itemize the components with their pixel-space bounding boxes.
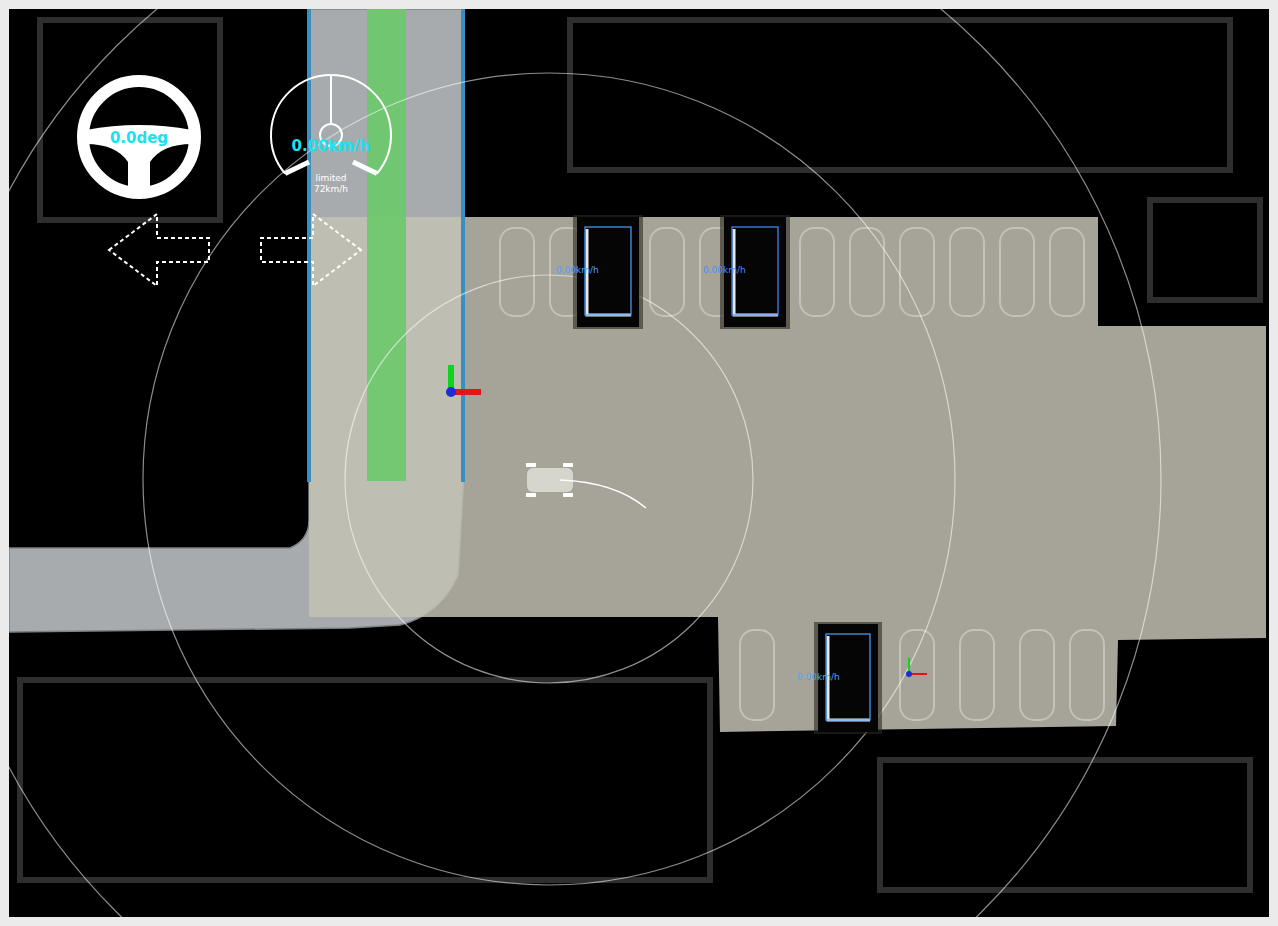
speed-reading: 0.00km/h xyxy=(292,137,371,155)
steering-reading: 0.0deg xyxy=(110,129,168,147)
right-turn-signal xyxy=(259,212,363,288)
steering-wheel-icon xyxy=(83,81,195,193)
speed-gauge: 0.00km/h limited72km/h xyxy=(266,72,396,202)
left-turn-signal xyxy=(107,212,211,288)
axes-icon xyxy=(906,658,927,677)
steering-gauge: 0.0deg xyxy=(74,72,204,202)
object-label: 0.00km/h xyxy=(703,265,746,275)
turn-signal-row xyxy=(107,212,396,288)
axes-icon xyxy=(446,365,481,397)
object-label: 0.00km/h xyxy=(556,265,599,275)
lane-boundary-right xyxy=(461,9,465,482)
left-arrow-icon xyxy=(109,214,209,286)
hud-overlay: 0.0deg 0.00km/h limited72km/h xyxy=(74,72,396,288)
range-rings xyxy=(9,9,1161,917)
trajectory-line xyxy=(560,480,646,508)
detected-object[interactable]: 0.00km/h xyxy=(556,215,643,329)
right-arrow-icon xyxy=(261,214,361,286)
object-label: 0.00km/h xyxy=(797,672,840,682)
rviz-window: 0.00km/h 0.00km/h 0.00km/h 0.0deg 0.00km/h li… xyxy=(0,0,1278,926)
speed-limit: 72km/h xyxy=(314,184,348,194)
speed-limit-label: limited xyxy=(315,173,346,183)
speed-needle-icon xyxy=(320,75,342,146)
detected-object[interactable]: 0.00km/h xyxy=(797,622,882,734)
detected-object[interactable]: 0.00km/h xyxy=(703,215,790,329)
map-viewport[interactable]: 0.00km/h 0.00km/h 0.00km/h 0.0deg 0.00km/h li… xyxy=(9,9,1269,917)
gauge-row: 0.0deg 0.00km/h limited72km/h xyxy=(74,72,396,202)
speed-arc xyxy=(271,75,391,174)
planned-path xyxy=(367,9,406,481)
